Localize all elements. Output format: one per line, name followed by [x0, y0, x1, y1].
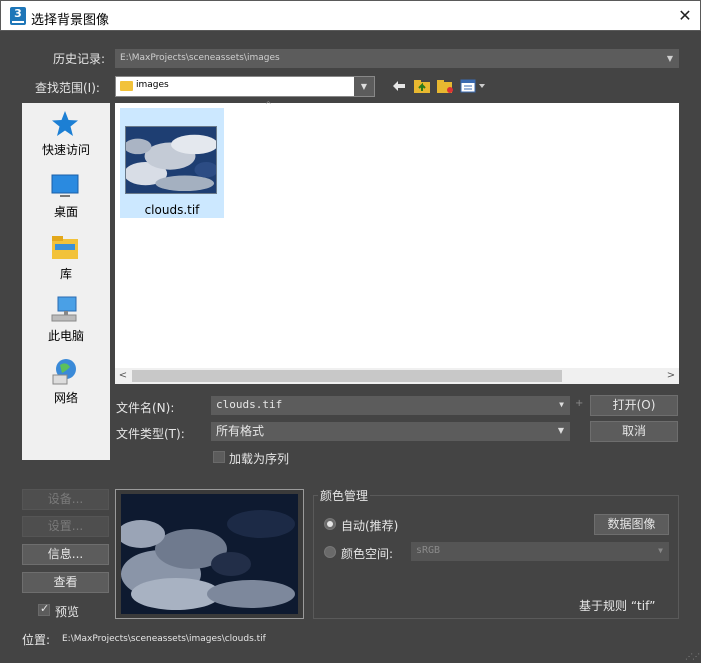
place-desktop[interactable]: 桌面 [22, 167, 110, 225]
library-folder-icon [52, 236, 78, 259]
chevron-down-icon: ▼ [666, 54, 673, 63]
file-name: clouds.tif [144, 203, 200, 217]
look-in-label: 查找范围(I): [35, 81, 100, 95]
place-label: 桌面 [53, 205, 78, 219]
checkmark-icon: ✓ [40, 602, 50, 615]
scrollbar-thumb[interactable] [132, 370, 562, 382]
place-label: 此电脑 [47, 329, 84, 343]
window-title: 选择背景图像 [31, 13, 110, 28]
up-folder-icon[interactable] [413, 77, 431, 95]
devices-button[interactable]: 设备... [22, 489, 109, 510]
view-menu-icon[interactable] [459, 77, 487, 95]
place-label: 快速访问 [41, 143, 90, 157]
place-label: 网络 [53, 391, 78, 405]
folder-icon [120, 81, 133, 91]
file-name-label: 文件名(N): [116, 401, 175, 415]
preview-label: 预览 [55, 605, 80, 619]
preview-panel [115, 489, 304, 619]
file-list[interactable]: ^ clouds.tif < > [115, 100, 679, 384]
view-button[interactable]: 查看 [22, 572, 109, 593]
rule-text: 基于规则 “tif” [579, 599, 656, 613]
place-label: 库 [59, 267, 72, 281]
file-type-dropdown[interactable]: 所有格式 ▼ [211, 422, 570, 441]
network-globe-icon [52, 359, 76, 385]
cancel-button[interactable]: 取消 [590, 421, 678, 442]
place-libraries[interactable]: 库 [22, 229, 110, 287]
place-quick-access[interactable]: 快速访问 [22, 105, 110, 163]
look-in-value: images [136, 80, 169, 90]
data-image-button[interactable]: 数据图像 [594, 514, 669, 535]
color-management-title: 颜色管理 [318, 487, 371, 504]
auto-radio[interactable] [324, 518, 336, 530]
title-bar: 3 选择背景图像 ✕ [0, 0, 701, 31]
history-label: 历史记录: [53, 52, 106, 66]
plus-icon[interactable]: + [575, 398, 583, 409]
close-button[interactable]: ✕ [670, 1, 700, 31]
place-this-pc[interactable]: 此电脑 [22, 291, 110, 349]
file-type-label: 文件类型(T): [116, 427, 185, 441]
places-bar: 快速访问 桌面 库 此电脑 网络 [22, 103, 110, 460]
preview-image [121, 494, 298, 614]
star-icon [52, 111, 78, 136]
file-type-value: 所有格式 [216, 424, 265, 438]
color-space-value: sRGB [416, 545, 441, 556]
open-button[interactable]: 打开(O) [590, 395, 678, 416]
file-item[interactable]: clouds.tif [120, 108, 224, 218]
file-name-value: clouds.tif [216, 398, 283, 411]
load-sequence-checkbox[interactable] [213, 451, 225, 463]
chevron-down-icon[interactable]: ▼ [559, 396, 564, 414]
computer-icon [51, 296, 77, 322]
chevron-down-icon[interactable]: ▼ [354, 77, 374, 96]
image-thumbnail [125, 126, 217, 194]
history-value: E:\MaxProjects\sceneassets\images [120, 53, 280, 63]
file-name-input[interactable]: clouds.tif ▼ [211, 396, 570, 415]
look-in-dropdown[interactable]: images ▼ [115, 76, 375, 97]
location-path: E:\MaxProjects\sceneassets\images\clouds… [62, 634, 266, 644]
chevron-down-icon: ▼ [658, 546, 663, 555]
auto-label: 自动(推荐) [341, 519, 399, 533]
new-folder-icon[interactable] [436, 77, 454, 95]
color-space-dropdown[interactable]: sRGB ▼ [411, 542, 669, 561]
sort-caret-icon: ^ [265, 100, 272, 109]
color-space-radio[interactable] [324, 546, 336, 558]
color-space-label: 颜色空间: [341, 547, 394, 561]
scroll-left-icon[interactable]: < [116, 369, 130, 383]
preview-checkbox[interactable]: ✓ [38, 602, 50, 616]
info-button[interactable]: 信息... [22, 544, 109, 565]
desktop-icon [51, 174, 79, 197]
place-network[interactable]: 网络 [22, 353, 110, 411]
resize-grip-icon[interactable]: ⋰⋰ [685, 652, 700, 661]
scroll-right-icon[interactable]: > [664, 369, 678, 383]
load-sequence-label: 加载为序列 [229, 452, 290, 466]
setup-button[interactable]: 设置... [22, 516, 109, 537]
horizontal-scrollbar[interactable]: < > [115, 368, 679, 384]
chevron-down-icon: ▼ [557, 426, 564, 435]
app-3dsmax-icon: 3 [10, 7, 26, 25]
location-label: 位置: [22, 633, 51, 647]
history-dropdown[interactable]: E:\MaxProjects\sceneassets\images ▼ [115, 49, 679, 68]
back-arrow-icon[interactable] [390, 77, 408, 95]
